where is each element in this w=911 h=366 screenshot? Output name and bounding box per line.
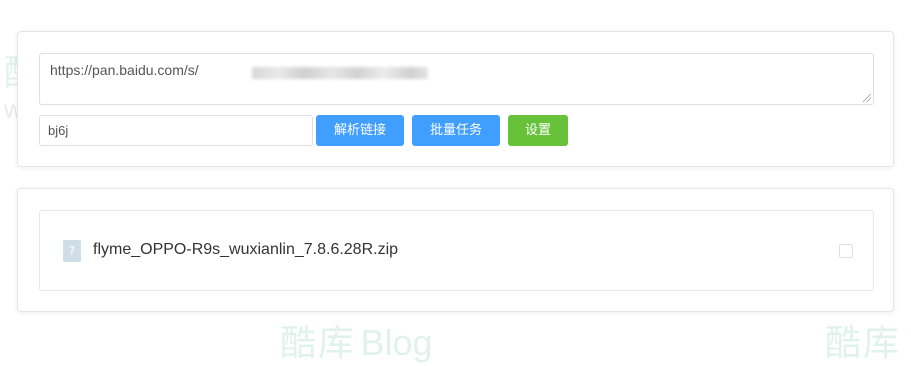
parse-link-button[interactable]: 解析链接	[316, 115, 404, 146]
settings-button[interactable]: 设置	[508, 115, 568, 146]
file-select-checkbox[interactable]	[839, 244, 853, 258]
share-url-textarea[interactable]: https://pan.baidu.com/s/	[39, 53, 874, 105]
unknown-file-icon: ?	[63, 240, 81, 262]
list-item[interactable]: ? flyme_OPPO-R9s_wuxianlin_7.8.6.28R.zip	[39, 210, 874, 291]
watermark: 酷库 Blog	[280, 314, 433, 366]
parse-form-card: https://pan.baidu.com/s/ bj6j 解析链接 批量任务 …	[17, 31, 894, 167]
batch-task-button[interactable]: 批量任务	[412, 115, 500, 146]
extract-code-input[interactable]: bj6j	[39, 115, 313, 146]
redacted-link-code	[252, 67, 428, 79]
share-url-text: https://pan.baidu.com/s/	[50, 62, 199, 78]
watermark: 酷库	[825, 314, 901, 366]
resize-grip-icon[interactable]	[863, 94, 871, 102]
file-name[interactable]: flyme_OPPO-R9s_wuxianlin_7.8.6.28R.zip	[93, 241, 398, 259]
file-list-card: ? flyme_OPPO-R9s_wuxianlin_7.8.6.28R.zip	[17, 188, 894, 312]
